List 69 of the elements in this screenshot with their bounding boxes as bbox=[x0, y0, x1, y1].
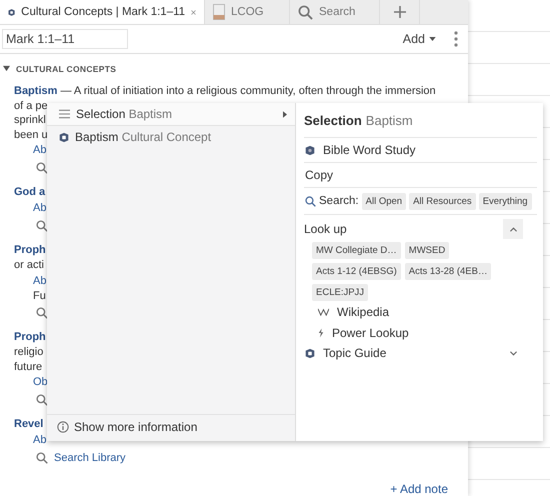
info-icon bbox=[57, 421, 69, 433]
lightning-icon bbox=[318, 328, 324, 338]
menu-item[interactable]: Wikipedia bbox=[304, 301, 537, 322]
chevron-down-icon bbox=[510, 350, 517, 356]
search-icon[interactable] bbox=[36, 307, 48, 319]
article-link[interactable]: Ab bbox=[33, 202, 46, 214]
caret-icon bbox=[429, 36, 436, 41]
article-link[interactable]: Ob bbox=[33, 376, 48, 388]
add-note-link[interactable]: + Add note bbox=[390, 482, 448, 496]
resource-button[interactable]: Acts 1-12 (4EBSG) bbox=[312, 263, 401, 280]
more-icon[interactable] bbox=[454, 30, 458, 47]
lines-icon bbox=[59, 109, 70, 119]
concept-icon bbox=[59, 132, 69, 142]
search-scope-button[interactable]: All Open bbox=[362, 192, 406, 210]
search-label: Search: bbox=[319, 195, 359, 207]
menu-item[interactable]: Baptism Cultural Concept bbox=[47, 126, 295, 149]
collapse-icon[interactable] bbox=[3, 65, 10, 72]
search-library-link[interactable]: Search Library bbox=[54, 450, 126, 466]
resource-button[interactable]: MW Collegiate D… bbox=[312, 242, 401, 259]
concept-link[interactable]: Revel bbox=[14, 418, 44, 430]
concept-link[interactable]: Proph bbox=[14, 331, 46, 343]
lookup-label: Look up bbox=[304, 222, 347, 236]
resource-button[interactable]: MWSED bbox=[404, 242, 450, 259]
resource-button[interactable]: Acts 13-28 (4EB… bbox=[404, 263, 492, 280]
menu-item[interactable]: Power Lookup bbox=[304, 322, 537, 343]
tab[interactable]: LCOG bbox=[205, 0, 290, 24]
add-button[interactable]: Add bbox=[402, 32, 436, 46]
search-icon bbox=[305, 196, 316, 206]
tab[interactable]: Cultural Concepts | Mark 1:1–11 bbox=[0, 0, 205, 24]
chevron-up-icon bbox=[510, 226, 516, 232]
concept-link[interactable]: God a bbox=[14, 186, 46, 198]
definition-text: of a pe bbox=[14, 100, 48, 112]
search-icon[interactable] bbox=[36, 394, 48, 406]
reference-field[interactable]: Mark 1:1–11 bbox=[2, 28, 128, 49]
submenu-title: Selection Baptism bbox=[304, 103, 537, 138]
book-icon bbox=[213, 4, 225, 20]
close-icon[interactable] bbox=[191, 8, 196, 17]
topic-icon bbox=[305, 348, 315, 358]
definition-text: religio bbox=[14, 346, 44, 358]
concept-link[interactable]: Baptism bbox=[14, 84, 58, 96]
menu-item[interactable]: Selection Baptism bbox=[47, 103, 295, 126]
concept-link[interactable]: Proph bbox=[14, 244, 46, 256]
definition-text: future bbox=[14, 360, 42, 372]
menu-item[interactable]: Topic Guide bbox=[304, 343, 537, 363]
note-text: Fu bbox=[33, 290, 46, 302]
search-icon[interactable] bbox=[36, 220, 48, 232]
menu-item[interactable]: Bible Word Study bbox=[304, 138, 537, 163]
plus-icon[interactable] bbox=[394, 6, 406, 18]
search-icon[interactable] bbox=[36, 162, 48, 174]
resource-button[interactable]: ECLE:JPJJ bbox=[312, 284, 368, 301]
article-link[interactable]: Ab bbox=[33, 434, 46, 446]
definition-text: — A ritual of initiation into a religious community, often through the immersion bbox=[60, 84, 436, 96]
definition-text: or acti bbox=[14, 259, 44, 271]
search-scope-button[interactable]: Everything bbox=[478, 192, 532, 210]
definition-text: sprinkl bbox=[14, 114, 46, 126]
search-scope-button[interactable]: All Resources bbox=[409, 192, 476, 210]
search-icon[interactable] bbox=[36, 452, 48, 464]
section-title: CULTURAL CONCEPTS bbox=[16, 64, 116, 74]
tab[interactable]: Search bbox=[290, 0, 380, 24]
menu-item[interactable]: Copy bbox=[304, 163, 537, 188]
search-icon bbox=[298, 4, 313, 20]
submenu-arrow-icon bbox=[283, 110, 287, 118]
article-link[interactable]: Ab bbox=[33, 144, 46, 156]
word-study-icon bbox=[305, 144, 315, 156]
definition-text: been u bbox=[14, 128, 48, 140]
wikipedia-icon bbox=[318, 308, 329, 316]
show-more-button[interactable]: Show more information bbox=[47, 414, 295, 439]
article-link[interactable]: Ab bbox=[33, 274, 46, 286]
collapse-button[interactable] bbox=[503, 219, 523, 239]
